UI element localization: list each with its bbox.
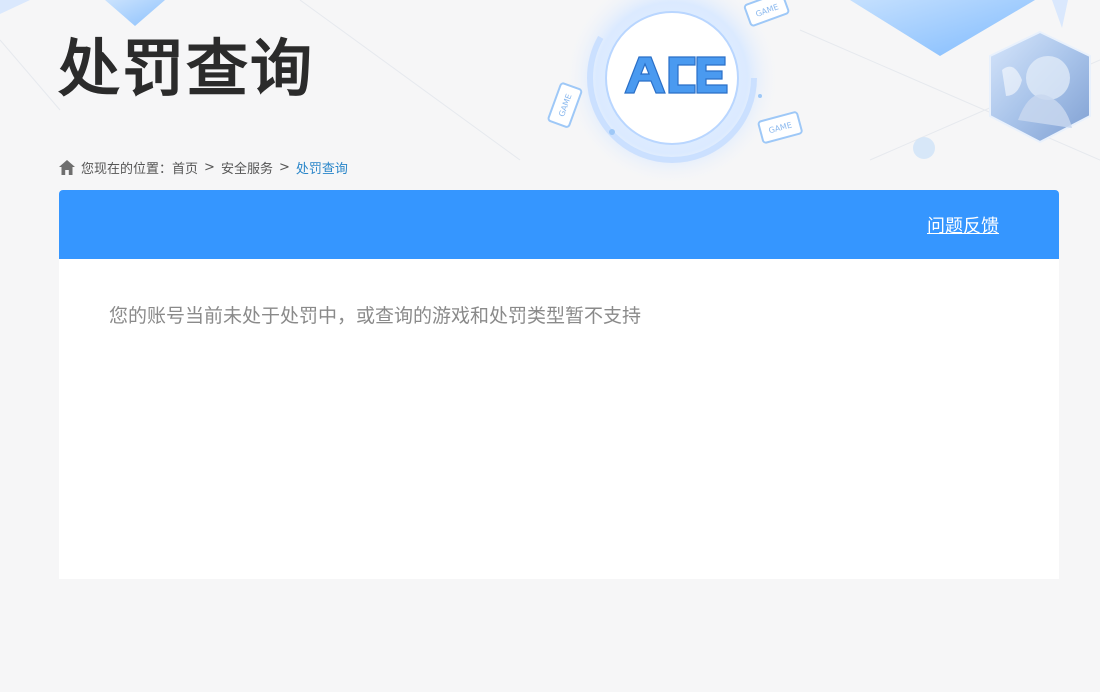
home-icon xyxy=(59,159,75,175)
svg-text:GAME: GAME xyxy=(768,121,793,136)
breadcrumb-separator: > xyxy=(278,159,290,175)
page-title: 处罚查询 xyxy=(58,32,315,105)
breadcrumb-item-current: 处罚查询 xyxy=(295,161,348,177)
breadcrumb-separator: > xyxy=(204,159,215,175)
breadcrumb-item-security-services[interactable]: 安全服务 xyxy=(221,158,273,177)
page: GAME GAME GAME 处罚查询 您现在的位置： 首页 > 安全服务 > … xyxy=(0,0,1100,692)
feedback-link[interactable]: 问题反馈 xyxy=(927,212,999,238)
panel-body: 您的账号当前未处于处罚中，或查询的游戏和处罚类型暂不支持 xyxy=(59,259,1059,370)
panel-header: 问题反馈 xyxy=(59,190,1059,259)
status-message: 您的账号当前未处于处罚中，或查询的游戏和处罚类型暂不支持 xyxy=(109,305,642,327)
breadcrumb: 您现在的位置： 首页 > 安全服务 > 处罚查询 xyxy=(59,158,348,177)
svg-text:GAME: GAME xyxy=(557,93,574,118)
svg-text:GAME: GAME xyxy=(754,2,779,19)
breadcrumb-prefix: 您现在的位置： xyxy=(81,161,173,177)
ace-logo-icon xyxy=(624,56,728,94)
result-panel: 问题反馈 您的账号当前未处于处罚中，或查询的游戏和处罚类型暂不支持 xyxy=(59,190,1059,579)
breadcrumb-item-home[interactable]: 首页 xyxy=(172,158,198,177)
